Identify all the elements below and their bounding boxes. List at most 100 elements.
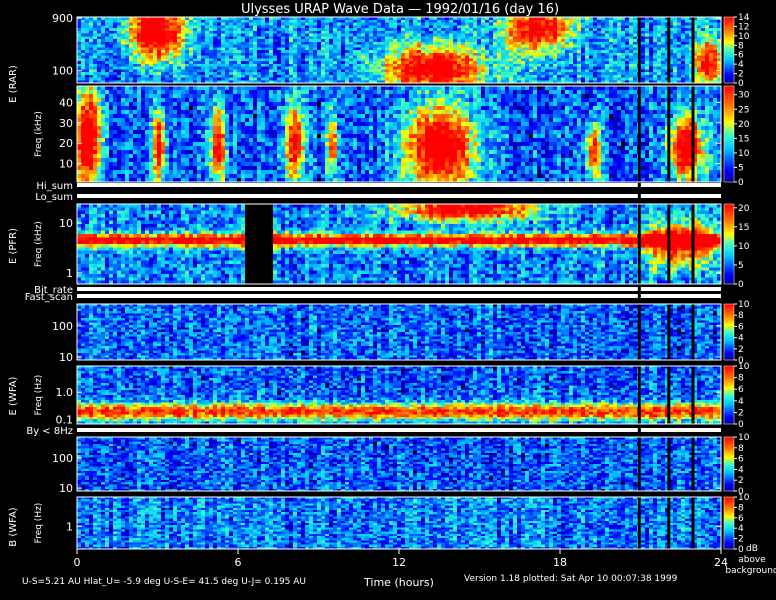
data-gap-line: [637, 304, 641, 360]
panel-group-label: E (RAR): [8, 65, 19, 103]
colorbar-unit-line-1: dB: [746, 544, 758, 554]
colorbar-tick-label: 10: [738, 493, 750, 503]
data-gap-line: [691, 17, 695, 83]
colorbar-tick-label: 6: [738, 385, 744, 395]
colorbar-tick-label: 2: [738, 476, 744, 486]
status-strip: By < 8Hz: [26, 426, 721, 437]
x-tick-label: 12: [392, 556, 406, 569]
status-strip-label: Lo_sum: [35, 192, 73, 203]
y-axis-label: Freq (Hz): [34, 503, 44, 544]
status-strip-gap: [637, 428, 641, 432]
footer-right: Version 1.18 plotted: Sat Apr 10 00:07:3…: [464, 574, 678, 584]
colorbar: [723, 496, 735, 550]
status-strip-bar: [77, 194, 721, 198]
status-strip-label: Fast_scan: [25, 292, 73, 303]
colorbar-tick-label: 10: [738, 433, 750, 443]
data-gap-line: [637, 366, 641, 424]
colorbar-tick-label: 8: [738, 311, 744, 321]
spectrogram-wfa-b-low: [77, 497, 721, 549]
data-gap-line: [691, 204, 695, 284]
colorbar-tick-label: 0: [738, 79, 744, 89]
y-axis-label: Freq (kHz): [34, 111, 44, 157]
status-strip-label: Hi_sum: [36, 181, 73, 192]
colorbar-tick-label: 5: [738, 261, 744, 271]
x-axis: 0 6 12 18 24: [74, 549, 728, 569]
data-gap-line: [637, 204, 641, 284]
colorbar-tick-label: 20: [738, 120, 750, 130]
status-strip-bar: [77, 183, 721, 187]
y-tick-label: 40: [59, 96, 73, 109]
y-tick-label: 10: [59, 482, 73, 495]
spectrogram-wfa-b-high: [77, 437, 721, 491]
colorbar-tick-label: 2: [738, 535, 744, 545]
data-gap-line: [691, 86, 695, 182]
y-tick-label: 100: [52, 452, 73, 465]
colorbar-tick-label: 0: [738, 420, 744, 430]
colorbar-tick-label: 6: [738, 514, 744, 524]
colorbar-tick-label: 10: [738, 300, 750, 310]
colorbar-tick-label: 15: [738, 134, 749, 144]
colorbar-tick-label: 8: [738, 374, 744, 384]
colorbar-tick-label: 10: [738, 149, 750, 159]
panel-wfa-e-low: 1.0 0.1 Freq (Hz) 10 86 42 0: [34, 362, 750, 430]
urap-spectrogram-figure: Ulysses URAP Wave Data — 1992/01/16 (day…: [8, 2, 776, 589]
panel-group-label: E (WFA): [8, 376, 19, 415]
panel-wfa-b-low: 1 Freq (Hz) 1086420: [34, 493, 750, 555]
data-gap-line: [691, 304, 695, 360]
y-tick-label: 30: [59, 117, 73, 130]
data-gap-line: [667, 86, 671, 182]
data-gap-line: [637, 437, 641, 491]
colorbar-tick-label: 0: [738, 545, 744, 555]
data-gap-line: [667, 304, 671, 360]
data-gap-line: [637, 17, 641, 83]
colorbar-tick-label: 30: [738, 91, 750, 101]
colorbar-tick-label: 4: [738, 465, 744, 475]
colorbar: [723, 85, 735, 183]
status-strip: Fast_scan: [25, 292, 721, 303]
spectrogram-rar-low: [77, 86, 721, 182]
colorbar-tick-label: 10: [738, 362, 750, 372]
colorbar-tick-label: 8: [738, 444, 744, 454]
data-gap-line: [667, 204, 671, 284]
data-gap-line: [691, 437, 695, 491]
y-tick-label: 10: [59, 351, 73, 364]
status-strip-bar: [77, 428, 721, 432]
spectrogram-wfa-e-low: [77, 366, 721, 424]
colorbar: [723, 303, 735, 361]
colorbar-tick-label: 2: [738, 345, 744, 355]
data-gap-line: [667, 17, 671, 83]
panel-group-label: E (PFR): [8, 228, 19, 264]
y-tick-label: 0.1: [56, 414, 74, 427]
y-axis-label: Freq (kHz): [34, 221, 44, 267]
y-axis-label: Freq (Hz): [34, 375, 44, 416]
y-tick-label: 1: [66, 520, 73, 533]
status-strip-gap: [637, 294, 641, 298]
status-strip: Hi_sum: [36, 181, 721, 192]
colorbar-tick-label: 4: [738, 334, 744, 344]
colorbar-tick-label: 4: [738, 397, 744, 407]
y-tick-label: 20: [59, 137, 73, 150]
data-gap-line: [637, 86, 641, 182]
colorbar-tick-label: 0: [738, 280, 744, 290]
chart-title: Ulysses URAP Wave Data — 1992/01/16 (day…: [241, 2, 559, 17]
status-strip-label: By < 8Hz: [26, 426, 73, 437]
data-gap-line: [667, 497, 671, 549]
y-tick-label: 1: [66, 267, 73, 280]
footer-left: U-S=5.21 AU Hlat_U= -5.9 deg U-S-E= 41.5…: [22, 577, 306, 587]
data-gap-line: [691, 366, 695, 424]
colorbar-tick-label: 10: [738, 242, 750, 252]
colorbar-tick-label: 6: [738, 322, 744, 332]
panel-rar-low: 40 30 20 10 Freq (kHz) 30 25 20 15 10 5 0: [34, 85, 750, 188]
y-tick-label: 100: [52, 65, 73, 78]
colorbar-tick-label: 6: [738, 455, 744, 465]
status-strip-gap: [637, 194, 641, 198]
spectrogram-rar-high: [77, 17, 721, 83]
colorbar-tick-label: 4: [738, 524, 744, 534]
colorbar: [723, 203, 735, 285]
colorbar-tick-label: 25: [738, 105, 749, 115]
colorbar: [723, 16, 735, 84]
spectrogram-pfr: [77, 204, 721, 284]
colorbar-tick-label: 2: [738, 408, 744, 418]
colorbar-tick-label: 8: [738, 503, 744, 513]
colorbar: [723, 436, 735, 492]
